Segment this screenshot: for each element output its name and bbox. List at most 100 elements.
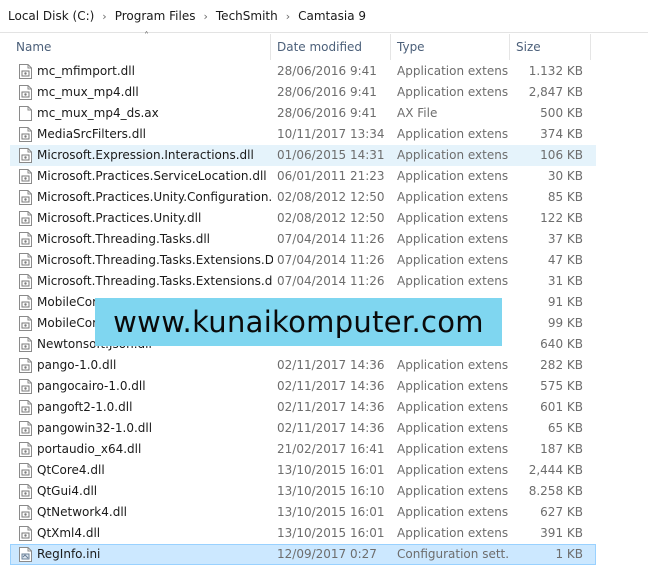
file-type: Application extens... [397,505,509,519]
file-row[interactable]: QtNetwork4.dll 13/10/2015 16:01 Applicatio… [10,502,596,523]
file-row[interactable]: pangoft2-1.0.dll 02/11/2017 14:36 Applicat… [10,397,596,418]
file-name: Microsoft.Practices.ServiceLocation.dll [37,169,267,183]
file-type: Application extens... [397,211,509,225]
dll-file-icon [19,85,32,100]
file-type: Application extens... [397,169,509,183]
file-name: pangocairo-1.0.dll [37,379,146,393]
file-type: Application extens... [397,232,509,246]
file-size: 30 KB [547,169,583,183]
column-header-name-label: Name [16,40,52,54]
file-name: Microsoft.Threading.Tasks.Extensions.dll [37,274,273,288]
breadcrumb-camtasia-9[interactable]: Camtasia 9 [298,9,366,23]
file-date-modified: 02/11/2017 14:36 [277,379,385,393]
file-size: 122 KB [540,211,583,225]
file-type: Application extens... [397,526,509,540]
file-date-modified: 02/08/2012 12:50 [277,211,385,225]
column-header-type[interactable]: Type [391,34,510,60]
file-size: 85 KB [547,190,583,204]
file-row[interactable]: Microsoft.Practices.Unity.dll 02/08/2012 … [10,208,596,229]
file-size: 627 KB [540,505,583,519]
file-date-modified: 07/04/2014 11:26 [277,232,385,246]
file-name: QtXml4.dll [37,526,101,540]
column-header-row: ˄ Name Date modified Type Size [0,31,648,60]
breadcrumb-program-files[interactable]: Program Files [115,9,196,23]
file-date-modified: 28/06/2016 9:41 [277,106,377,120]
file-type: Application extens... [397,127,509,141]
file-type: Application extens... [397,358,509,372]
file-size: 91 KB [547,295,583,309]
file-name: QtGui4.dll [37,484,98,498]
file-size: 2,444 KB [528,463,583,477]
file-name: mc_mux_mp4.dll [37,85,139,99]
chevron-right-icon[interactable]: › [286,10,290,23]
column-header-date-label: Date modified [277,40,363,54]
file-date-modified: 01/06/2015 14:31 [277,148,385,162]
dll-file-icon [19,484,32,499]
dll-file-icon [19,232,32,247]
file-row[interactable]: pango-1.0.dll 02/11/2017 14:36 Application… [10,355,596,376]
column-header-name[interactable]: ˄ Name [10,31,271,60]
file-row[interactable]: Microsoft.Expression.Interactions.dll 01/… [10,145,596,166]
file-size: 65 KB [547,421,583,435]
file-size: 374 KB [540,127,583,141]
file-type: Application extens... [397,274,509,288]
dll-file-icon [19,127,32,142]
file-name: QtCore4.dll [37,463,105,477]
file-row[interactable]: QtCore4.dll 13/10/2015 16:01 Application e… [10,460,596,481]
dll-file-icon [19,505,32,520]
file-row[interactable]: QtXml4.dll 13/10/2015 16:01 Application ex… [10,523,596,544]
sort-ascending-icon: ˄ [144,31,149,42]
file-name: Microsoft.Expression.Interactions.dll [37,148,254,162]
file-type: Application extens... [397,148,509,162]
address-bar[interactable]: Local Disk (C:) › Program Files › TechSm… [0,0,648,33]
watermark-banner: www.kunaikomputer.com [95,298,502,346]
file-name: Microsoft.Practices.Unity.Configuration.… [37,190,273,204]
file-name: mc_mfimport.dll [37,64,135,78]
file-row[interactable]: Microsoft.Threading.Tasks.Extensions.dll… [10,271,596,292]
dll-file-icon [19,400,32,415]
file-name: mc_mux_mp4_ds.ax [37,106,159,120]
column-header-date-modified[interactable]: Date modified [271,34,391,60]
file-size: 31 KB [547,274,583,288]
file-name: Microsoft.Threading.Tasks.dll [37,232,211,246]
watermark-text: www.kunaikomputer.com [113,305,484,339]
file-row[interactable]: Microsoft.Practices.Unity.Configuration.… [10,187,596,208]
chevron-right-icon[interactable]: › [203,10,207,23]
file-type: Application extens... [397,253,509,267]
file-row[interactable]: Microsoft.Threading.Tasks.dll 07/04/2014 … [10,229,596,250]
file-row[interactable]: mc_mux_mp4_ds.ax 28/06/2016 9:41 AX File 50… [10,103,596,124]
ini-file-icon [19,547,32,562]
file-name: Microsoft.Practices.Unity.dll [37,211,202,225]
dll-file-icon [19,274,32,289]
dll-file-icon [19,463,32,478]
file-name: Microsoft.Threading.Tasks.Extensions.De.… [37,253,273,267]
file-row[interactable]: Microsoft.Practices.ServiceLocation.dll 0… [10,166,596,187]
file-type: Application extens... [397,463,509,477]
file-row[interactable]: mc_mux_mp4.dll 28/06/2016 9:41 Application… [10,82,596,103]
chevron-right-icon[interactable]: › [102,10,106,23]
dll-file-icon [19,358,32,373]
file-row[interactable]: Microsoft.Threading.Tasks.Extensions.De.… [10,250,596,271]
file-row[interactable]: QtGui4.dll 13/10/2015 16:10 Application ex… [10,481,596,502]
dll-file-icon [19,253,32,268]
file-size: 99 KB [547,316,583,330]
file-row[interactable]: pangocairo-1.0.dll 02/11/2017 14:36 Applic… [10,376,596,397]
file-name: MediaSrcFilters.dll [37,127,146,141]
breadcrumb-techsmith[interactable]: TechSmith [216,9,278,23]
file-row[interactable]: portaudio_x64.dll 21/02/2017 16:41 Applica… [10,439,596,460]
file-row[interactable]: MediaSrcFilters.dll 10/11/2017 13:34 Appli… [10,124,596,145]
dll-file-icon [19,442,32,457]
file-size: 106 KB [540,148,583,162]
file-name: pangowin32-1.0.dll [37,421,153,435]
file-row[interactable]: pangowin32-1.0.dll 02/11/2017 14:36 Applic… [10,418,596,439]
breadcrumb-local-disk[interactable]: Local Disk (C:) [8,9,94,23]
dll-file-icon [19,379,32,394]
file-row[interactable]: RegInfo.ini 12/09/2017 0:27 Configuration … [10,544,596,565]
file-date-modified: 28/06/2016 9:41 [277,64,377,78]
file-row[interactable]: mc_mfimport.dll 28/06/2016 9:41 Applicatio… [10,61,596,82]
column-header-size[interactable]: Size [510,34,591,60]
column-header-type-label: Type [397,40,425,54]
file-type: Application extens... [397,85,509,99]
file-size: 47 KB [547,253,583,267]
file-size: 500 KB [540,106,583,120]
